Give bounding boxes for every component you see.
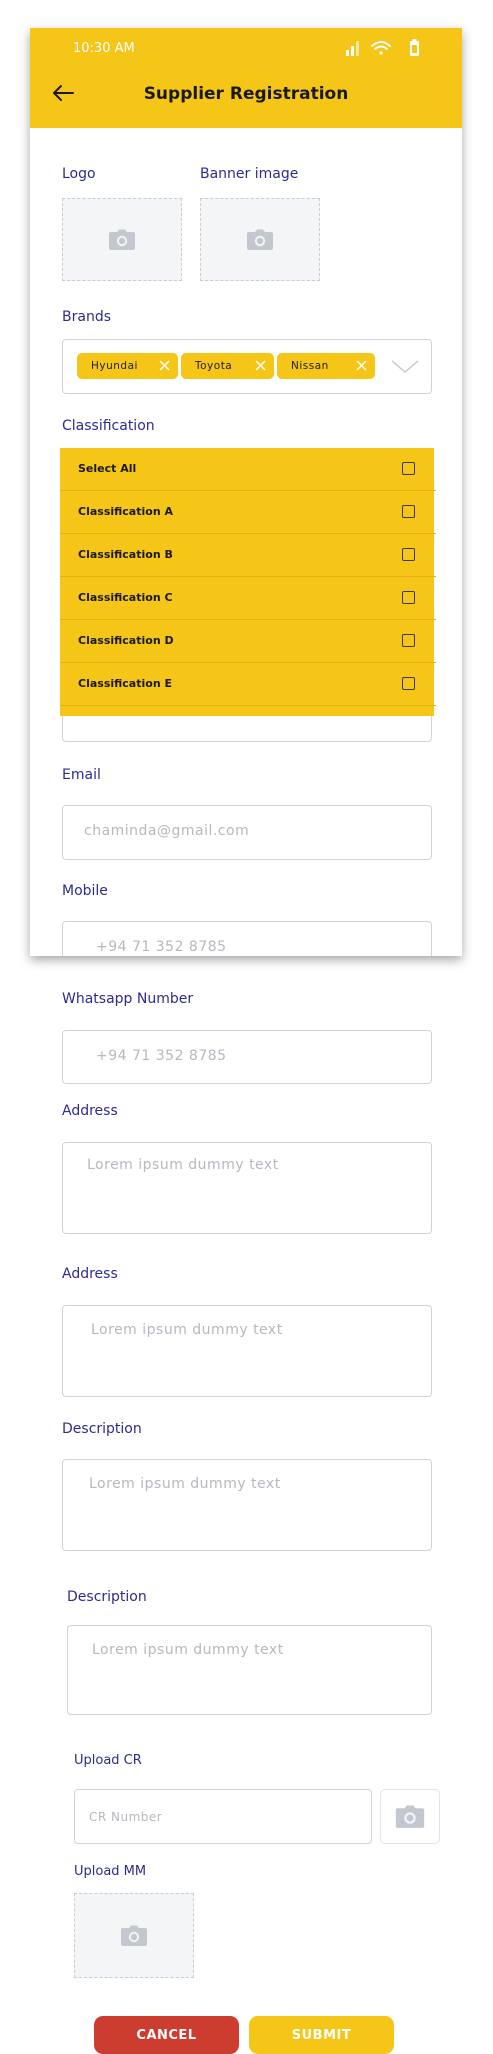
dropdown-option[interactable]: Classification E: [60, 663, 436, 706]
upload-mm-box[interactable]: [74, 1893, 194, 1978]
option-label: Classification E: [78, 677, 172, 690]
cancel-button[interactable]: CANCEL: [94, 2016, 239, 2054]
brand-chip-label: Toyota: [195, 360, 233, 372]
cr-camera-button[interactable]: [380, 1789, 440, 1844]
option-label: Classification B: [78, 548, 173, 561]
checkbox-icon[interactable]: [402, 591, 415, 604]
classification-label: Classification: [62, 418, 155, 434]
description-placeholder: Lorem ipsum dummy text: [89, 1476, 281, 1492]
close-icon[interactable]: [255, 360, 266, 371]
cr-number-placeholder: CR Number: [89, 1810, 163, 1824]
description-placeholder-2: Lorem ipsum dummy text: [92, 1642, 284, 1658]
email-input[interactable]: chaminda@gmail.com: [62, 805, 432, 860]
email-label: Email: [62, 767, 101, 783]
camera-icon: [395, 1805, 425, 1828]
upload-mm-label: Upload MM: [74, 1864, 147, 1879]
upload-cr-label: Upload CR: [74, 1753, 142, 1768]
address-placeholder: Lorem ipsum dummy text: [87, 1157, 279, 1173]
brand-chip: Hyundai: [77, 353, 178, 379]
address-label: Address: [62, 1103, 118, 1119]
logo-upload-box[interactable]: [62, 198, 182, 281]
dropdown-option[interactable]: Select All: [60, 448, 436, 491]
checkbox-icon[interactable]: [402, 462, 415, 475]
option-label: Classification A: [78, 505, 173, 518]
page-title: Supplier Registration: [143, 84, 349, 104]
brands-label: Brands: [62, 309, 111, 325]
logo-label: Logo: [62, 166, 96, 182]
dropdown-option[interactable]: Classification C: [60, 577, 436, 620]
close-icon[interactable]: [159, 360, 170, 371]
checkbox-icon[interactable]: [402, 505, 415, 518]
close-icon[interactable]: [356, 360, 367, 371]
option-label: Classification C: [78, 591, 173, 604]
camera-icon: [247, 229, 273, 250]
status-time: 10:30 AM: [73, 41, 135, 56]
banner-label: Banner image: [200, 166, 299, 182]
address-input[interactable]: Lorem ipsum dummy text: [62, 1142, 432, 1234]
status-icons: [346, 39, 419, 56]
camera-icon: [109, 229, 135, 250]
email-placeholder: chaminda@gmail.com: [84, 823, 250, 839]
option-label: Classification D: [78, 634, 174, 647]
brand-chip-label: Nissan: [291, 360, 329, 372]
checkbox-icon[interactable]: [402, 634, 415, 647]
chevron-down-icon[interactable]: [391, 360, 419, 374]
description-input[interactable]: Lorem ipsum dummy text: [62, 1459, 432, 1551]
signal-icon: [346, 41, 359, 56]
dropdown-option[interactable]: Classification B: [60, 534, 436, 577]
option-label: Select All: [78, 462, 137, 475]
description-label: Description: [62, 1421, 142, 1437]
address-label-2: Address: [62, 1266, 118, 1282]
phone-screen: 10:30 AM Supplier Registration Logo Bann…: [30, 28, 462, 956]
wifi-icon: [371, 41, 391, 55]
submit-button[interactable]: SUBMIT: [249, 2016, 394, 2054]
battery-icon: [410, 39, 419, 56]
banner-upload-box[interactable]: [200, 198, 320, 281]
brand-chip: Nissan: [277, 353, 375, 379]
mobile-label: Mobile: [62, 883, 108, 899]
dropdown-option[interactable]: Classification A: [60, 491, 436, 534]
brand-chip: Toyota: [181, 353, 274, 379]
address-input-2[interactable]: Lorem ipsum dummy text: [62, 1305, 432, 1397]
app-bar: 10:30 AM Supplier Registration: [30, 28, 462, 128]
cr-number-input[interactable]: CR Number: [74, 1789, 372, 1844]
description-label-2: Description: [67, 1589, 147, 1605]
whatsapp-input[interactable]: +94 71 352 8785: [62, 1030, 432, 1084]
camera-icon: [121, 1925, 147, 1946]
brands-select[interactable]: Hyundai Toyota Nissan: [62, 339, 432, 394]
whatsapp-placeholder: +94 71 352 8785: [96, 1048, 227, 1064]
checkbox-icon[interactable]: [402, 677, 415, 690]
mobile-input[interactable]: +94 71 352 8785: [62, 921, 432, 956]
classification-dropdown: Select All Classification A Classificati…: [60, 448, 436, 716]
mobile-placeholder: +94 71 352 8785: [96, 939, 227, 955]
dropdown-option[interactable]: Classification D: [60, 620, 436, 663]
checkbox-icon[interactable]: [402, 548, 415, 561]
description-input-2[interactable]: Lorem ipsum dummy text: [67, 1625, 432, 1715]
whatsapp-label: Whatsapp Number: [62, 991, 194, 1007]
address-placeholder-2: Lorem ipsum dummy text: [91, 1322, 283, 1338]
brand-chip-label: Hyundai: [91, 360, 138, 372]
